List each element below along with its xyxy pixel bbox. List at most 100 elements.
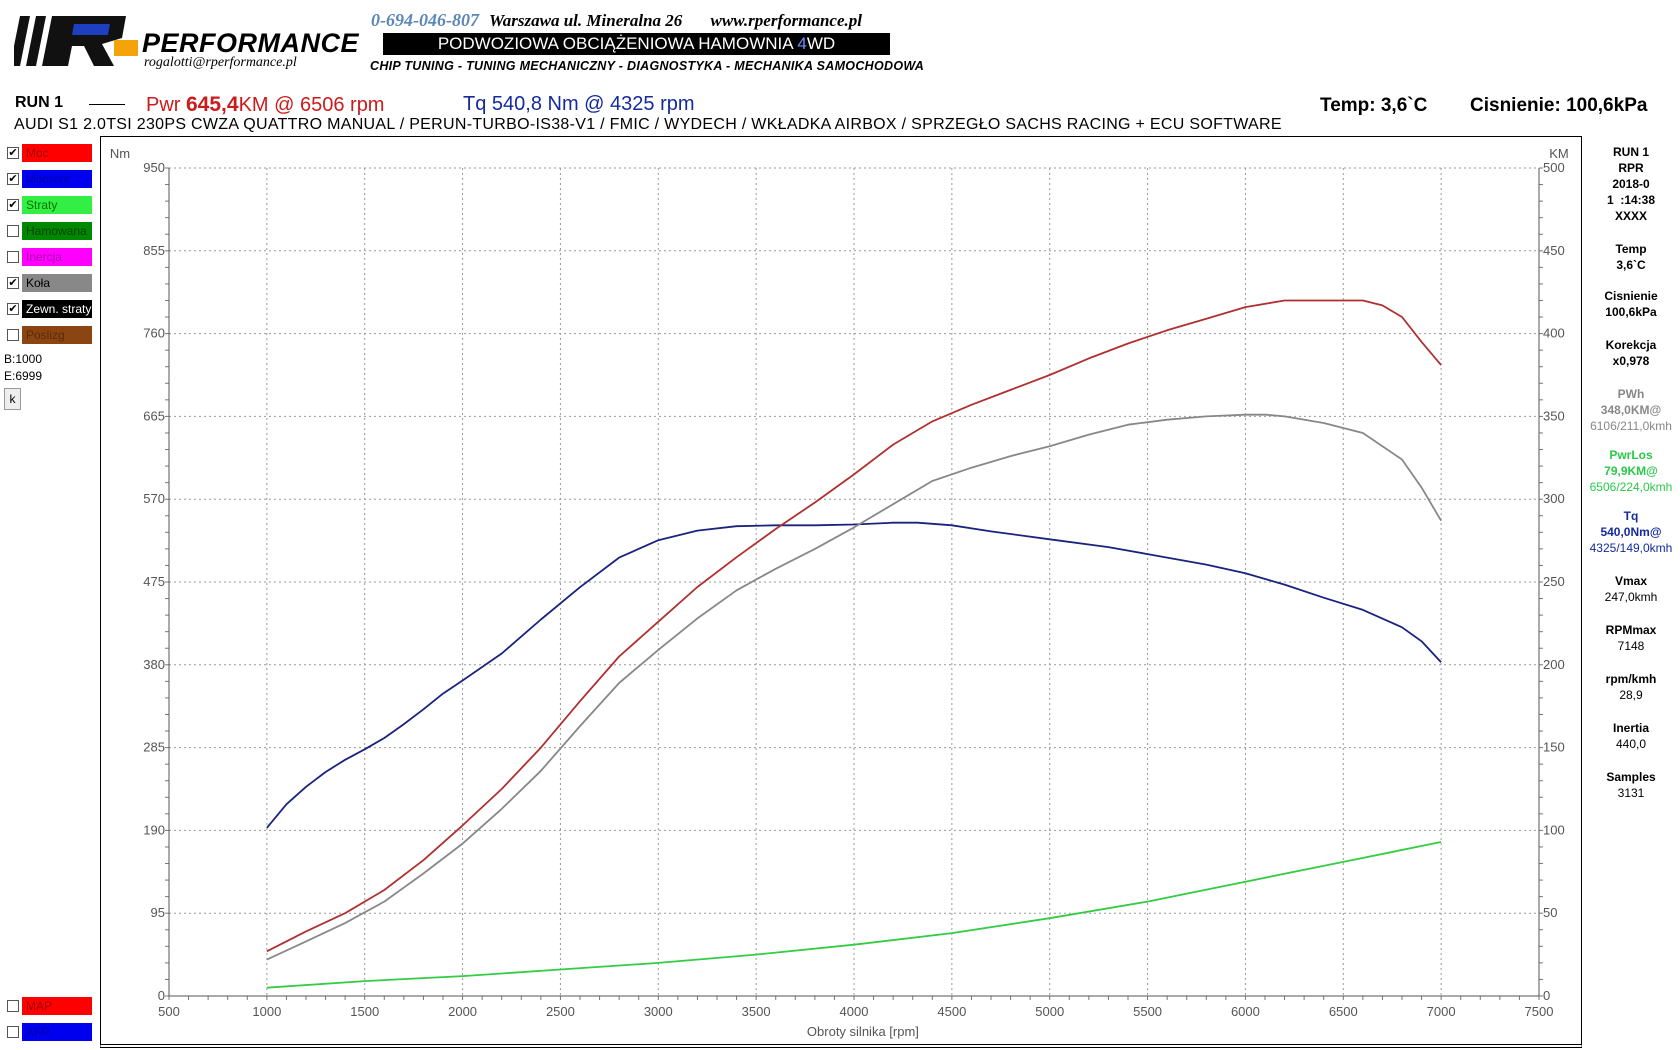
pwr-prefix: Pwr	[146, 94, 186, 116]
info-tq-label: Tq	[1623, 509, 1639, 523]
x-tick-label: 7500	[1525, 1004, 1554, 1019]
legend-item-moc[interactable]: ✔ Moc	[4, 144, 92, 162]
rperformance-logo	[14, 16, 138, 66]
info-pwrlos-value: 79,9KM@	[1604, 464, 1658, 478]
website: www.rperformance.pl	[710, 11, 862, 30]
services-line: CHIP TUNING - TUNING MECHANICZNY - DIAGN…	[370, 59, 925, 73]
info-rpmmax-label: RPMmax	[1605, 623, 1657, 637]
y-right-tick-label: 50	[1543, 905, 1557, 920]
x-tick-label: 7000	[1427, 1004, 1456, 1019]
legend-label: Straty	[22, 196, 92, 214]
info-tq-value: 540,0Nm@	[1600, 525, 1662, 539]
info-press-label: Cisnienie	[1604, 289, 1658, 303]
banner-pre: PODWOZIOWA OBCIĄŻENIOWA HAMOWNIA	[437, 34, 798, 53]
x-tick-label: 3000	[644, 1004, 673, 1019]
legend-item-straty[interactable]: ✔ Straty	[4, 196, 92, 214]
y-right-tick-label: 250	[1543, 574, 1565, 589]
x-tick-label: 6000	[1231, 1004, 1260, 1019]
y-left-tick-label: 285	[143, 740, 165, 755]
info-pwrlos-at: 6506/224,0kmh	[1589, 480, 1673, 494]
legend-label: Poslizg	[22, 326, 92, 344]
info-xxxx: XXXX	[1614, 209, 1647, 223]
y-left-tick-label: 855	[143, 243, 165, 258]
temperature: Temp: 3,6`C	[1320, 95, 1428, 116]
legend-item-map[interactable]: MAP	[4, 997, 92, 1015]
series-legend: ✔ Moc ✔ Moment ✔ Straty Hamowana Inercja ✔ Koła ✔ Z…	[4, 144, 92, 352]
y-right-tick-label: 0	[1543, 988, 1550, 1003]
x-tick-label: 4500	[937, 1004, 966, 1019]
info-code: RPR	[1618, 161, 1644, 175]
info-pwrlos-label: PwrLos	[1609, 448, 1653, 462]
y-left-tick-label: 570	[143, 491, 165, 506]
y-left-tick-label: 380	[143, 657, 165, 672]
y-left-tick-label: 950	[143, 160, 165, 175]
legend-item-hamowana[interactable]: Hamowana	[4, 222, 92, 240]
x-tick-label: 500	[158, 1004, 180, 1019]
info-korekcja-label: Korekcja	[1605, 338, 1657, 352]
contact-line: 0-694-046-807 Warszawa ul. Mineralna 26 …	[371, 10, 862, 31]
y-right-tick-label: 400	[1543, 326, 1565, 341]
legend-checkbox[interactable]	[7, 251, 19, 263]
info-pwh-at: 6106/211,0kmh	[1590, 419, 1672, 433]
aux-legend: MAP AFR	[4, 997, 92, 1049]
legend-item-inercja[interactable]: Inercja	[4, 248, 92, 266]
range-begin: B:1000	[4, 352, 43, 366]
legend-label: Hamowana	[22, 222, 92, 240]
info-inertia-label: Inertia	[1612, 721, 1649, 735]
info-temp-label: Temp	[1615, 242, 1647, 256]
x-tick-label: 5000	[1035, 1004, 1064, 1019]
legend-item-poslizg[interactable]: Poslizg	[4, 326, 92, 344]
x-tick-label: 1500	[350, 1004, 379, 1019]
legend-label: MAP	[22, 997, 92, 1015]
info-vmax-value: 247,0kmh	[1604, 590, 1658, 604]
run-label: RUN 1	[15, 94, 64, 111]
banner-highlight: 4	[797, 34, 807, 53]
pwr-value: 645,4	[186, 93, 239, 116]
legend-checkbox[interactable]	[7, 1000, 19, 1012]
legend-item-zewn-straty[interactable]: ✔ Zewn. straty	[4, 300, 92, 318]
legend-checkbox[interactable]: ✔	[7, 173, 19, 185]
address: Warszawa ul. Mineralna 26	[488, 11, 683, 30]
legend-label: Koła	[22, 274, 92, 292]
y-left-tick-label: 475	[143, 574, 165, 589]
y-right-tick-label: 350	[1543, 408, 1565, 423]
legend-label: Inercja	[22, 248, 92, 266]
legend-checkbox[interactable]: ✔	[7, 277, 19, 289]
legend-checkbox[interactable]	[7, 225, 19, 237]
x-tick-label: 6500	[1329, 1004, 1358, 1019]
info-temp-value: 3,6`C	[1616, 258, 1646, 272]
run-line-sample	[89, 104, 125, 105]
info-vmax-label: Vmax	[1614, 574, 1648, 588]
legend-item-afr[interactable]: AFR	[4, 1023, 92, 1041]
x-axis-label: Obroty silnika [rpm]	[807, 1024, 919, 1039]
legend-checkbox[interactable]: ✔	[7, 147, 19, 159]
y-left-tick-label: 95	[151, 905, 165, 920]
x-tick-label: 2000	[448, 1004, 477, 1019]
info-date: 2018-0	[1612, 177, 1650, 191]
info-inertia-value: 440,0	[1615, 737, 1647, 751]
info-tq-at: 4325/149,0kmh	[1589, 541, 1673, 555]
legend-checkbox[interactable]	[7, 1026, 19, 1038]
peak-power: Pwr 645,4KM @ 6506 rpm	[146, 93, 384, 117]
banner-post: WD	[806, 34, 836, 53]
legend-item-ko-a[interactable]: ✔ Koła	[4, 274, 92, 292]
info-rpmmax-value: 7148	[1617, 639, 1645, 653]
y-right-tick-label: 450	[1543, 243, 1565, 258]
info-run: RUN 1	[1612, 145, 1649, 159]
x-tick-label: 4000	[840, 1004, 869, 1019]
y-left-tick-label: 665	[143, 408, 165, 423]
legend-label: Zewn. straty	[22, 300, 92, 318]
legend-checkbox[interactable]: ✔	[7, 303, 19, 315]
x-tick-label: 3500	[742, 1004, 771, 1019]
pwr-suffix: KM @ 6506 rpm	[238, 94, 385, 116]
x-tick-label: 2500	[546, 1004, 575, 1019]
legend-checkbox[interactable]	[7, 329, 19, 341]
legend-item-moment[interactable]: ✔ Moment	[4, 170, 92, 188]
k-button[interactable]: k	[4, 388, 21, 410]
legend-checkbox[interactable]: ✔	[7, 199, 19, 211]
info-pwh-label: PWh	[1617, 387, 1645, 401]
legend-label: AFR	[22, 1023, 92, 1041]
y-right-tick-label: 200	[1543, 657, 1565, 672]
y-left-tick-label: 760	[143, 326, 165, 341]
legend-label: Moment	[22, 170, 92, 188]
